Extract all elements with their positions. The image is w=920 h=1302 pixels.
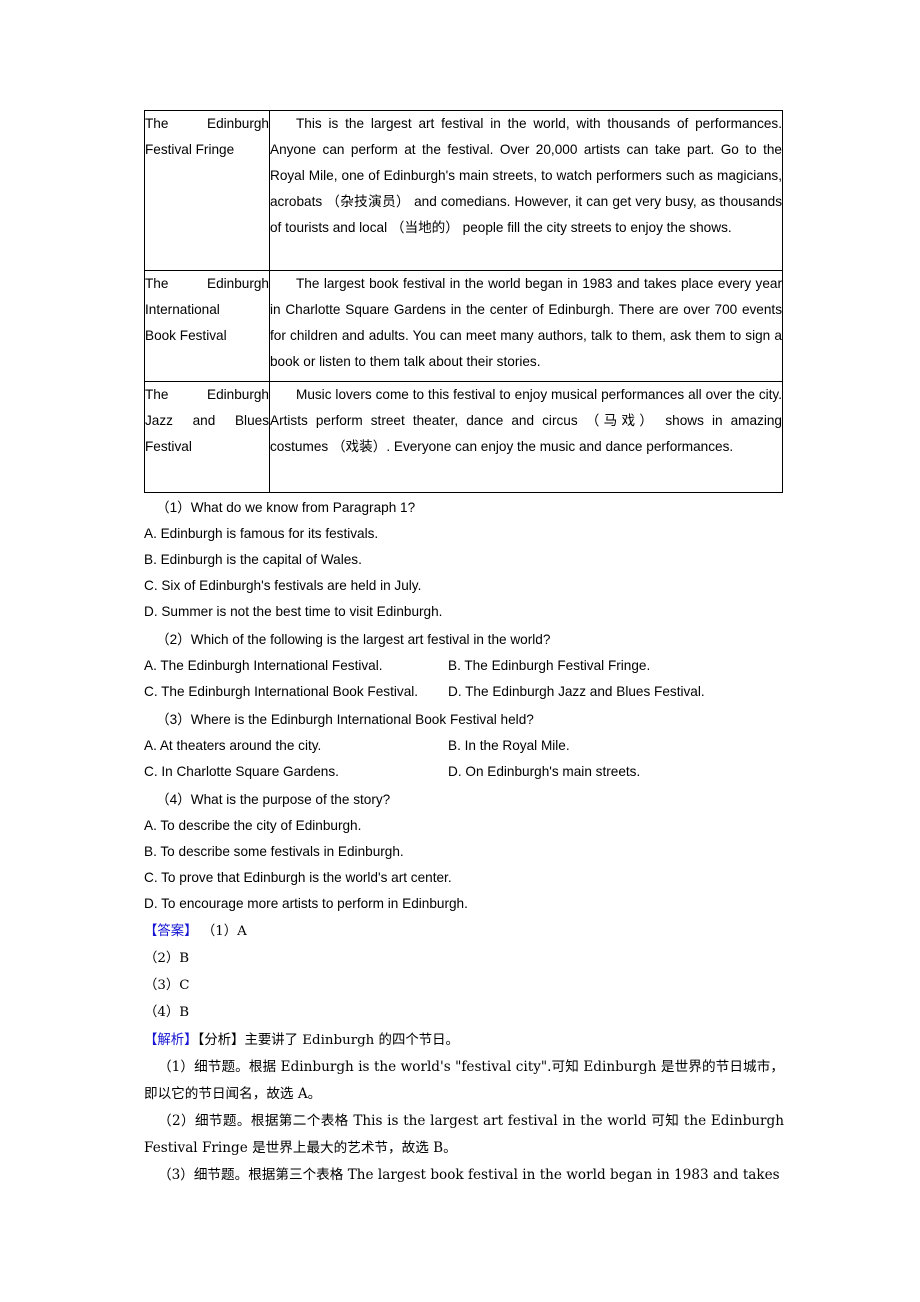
- question-option-row: C. In Charlotte Square Gardens. D. On Ed…: [144, 759, 784, 785]
- explanation-label: 【解析】: [144, 1033, 198, 1048]
- festival-name-text: The Edinburgh Festival Fringe: [145, 111, 269, 163]
- festival-name-cell: The Edinburgh International Book Festiva…: [144, 270, 270, 382]
- explanation-item: （1）细节题。根据 Edinburgh is the world's "fest…: [144, 1059, 784, 1102]
- question-stem: （1）What do we know from Paragraph 1?: [156, 500, 416, 515]
- festival-description-text: Music lovers come to this festival to en…: [270, 387, 782, 454]
- question-option[interactable]: C. Six of Edinburgh's festivals are held…: [144, 573, 784, 599]
- analysis-label: 【分析】: [197, 1033, 245, 1048]
- answer-value: （3）C: [144, 978, 190, 993]
- festival-name-line: The Edinburgh: [145, 387, 269, 402]
- question-3: （3）Where is the Edinburgh International …: [144, 707, 784, 785]
- festival-name-text: The Edinburgh Jazz and Blues Festival: [145, 382, 269, 460]
- answer-section: 【答案】 （1）A （2）B （3）C （4）B: [144, 917, 784, 1026]
- question-option[interactable]: B. The Edinburgh Festival Fringe.: [448, 653, 650, 679]
- question-option[interactable]: D. On Edinburgh's main streets.: [448, 759, 640, 785]
- answer-first-line: 【答案】 （1）A: [144, 917, 784, 945]
- question-stem: （3）Where is the Edinburgh International …: [156, 712, 534, 727]
- question-option-row: A. The Edinburgh International Festival.…: [144, 653, 784, 679]
- festival-name-line: Book Festival: [145, 328, 227, 343]
- question-option[interactable]: B. To describe some festivals in Edinbur…: [144, 839, 784, 865]
- festival-description-cell: This is the largest art festival in the …: [269, 110, 783, 271]
- festival-name-line: The Edinburgh: [145, 116, 269, 131]
- question-option[interactable]: C. In Charlotte Square Gardens.: [144, 759, 339, 785]
- answer-value: （4）B: [144, 1005, 190, 1020]
- festival-table: The Edinburgh Festival Fringe This is th…: [144, 110, 783, 493]
- table-row: The Edinburgh International Book Festiva…: [144, 270, 783, 382]
- festival-name-cell: The Edinburgh Jazz and Blues Festival: [144, 381, 270, 493]
- festival-name-line: The Edinburgh: [145, 276, 269, 291]
- question-option-row: A. At theaters around the city. B. In th…: [144, 733, 784, 759]
- festival-name-line: International: [145, 302, 220, 317]
- question-2: （2）Which of the following is the largest…: [144, 627, 784, 705]
- explanation-header-line: 【解析】【分析】主要讲了 Edinburgh 的四个节日。: [144, 1026, 784, 1054]
- explanation-section: 【解析】【分析】主要讲了 Edinburgh 的四个节日。 （1）细节题。根据 …: [144, 1026, 784, 1189]
- question-option[interactable]: B. Edinburgh is the capital of Wales.: [144, 547, 784, 573]
- festival-name-line: Festival: [145, 439, 192, 454]
- answer-value: （2）B: [144, 951, 190, 966]
- table-row: The Edinburgh Jazz and Blues Festival Mu…: [144, 381, 783, 493]
- question-option[interactable]: D. The Edinburgh Jazz and Blues Festival…: [448, 679, 705, 705]
- table-row: The Edinburgh Festival Fringe This is th…: [144, 110, 783, 271]
- festival-name-line: Festival Fringe: [145, 142, 235, 157]
- question-option[interactable]: A. At theaters around the city.: [144, 733, 321, 759]
- answer-label: 【答案】: [144, 924, 198, 939]
- question-option[interactable]: B. In the Royal Mile.: [448, 733, 570, 759]
- question-stem: （2）Which of the following is the largest…: [156, 632, 551, 647]
- question-option[interactable]: A. The Edinburgh International Festival.: [144, 653, 383, 679]
- document-page: The Edinburgh Festival Fringe This is th…: [0, 0, 920, 1302]
- festival-description-text: The largest book festival in the world b…: [270, 276, 782, 369]
- question-option[interactable]: D. To encourage more artists to perform …: [144, 891, 784, 917]
- question-option[interactable]: A. Edinburgh is famous for its festivals…: [144, 521, 784, 547]
- festival-name-line: Jazz and Blues: [145, 413, 269, 428]
- analysis-text: 主要讲了 Edinburgh 的四个节日。: [244, 1033, 459, 1048]
- question-option[interactable]: C. To prove that Edinburgh is the world'…: [144, 865, 784, 891]
- answer-value: （1）A: [201, 924, 247, 939]
- question-1: （1）What do we know from Paragraph 1? A. …: [144, 495, 784, 625]
- question-option[interactable]: A. To describe the city of Edinburgh.: [144, 813, 784, 839]
- document-content: The Edinburgh Festival Fringe This is th…: [144, 110, 784, 1189]
- question-option-row: C. The Edinburgh International Book Fest…: [144, 679, 784, 705]
- explanation-item: （3）细节题。根据第三个表格 The largest book festival…: [158, 1167, 780, 1183]
- festival-description-text: This is the largest art festival in the …: [270, 116, 782, 235]
- question-4: （4）What is the purpose of the story? A. …: [144, 787, 784, 917]
- festival-name-text: The Edinburgh International Book Festiva…: [145, 271, 269, 349]
- festival-name-cell: The Edinburgh Festival Fringe: [144, 110, 270, 271]
- festival-description-cell: The largest book festival in the world b…: [269, 270, 783, 382]
- question-option[interactable]: D. Summer is not the best time to visit …: [144, 599, 784, 625]
- explanation-item: （2）细节题。根据第二个表格 This is the largest art f…: [144, 1113, 784, 1156]
- festival-description-cell: Music lovers come to this festival to en…: [269, 381, 783, 493]
- question-option[interactable]: C. The Edinburgh International Book Fest…: [144, 679, 418, 705]
- question-stem: （4）What is the purpose of the story?: [156, 792, 391, 807]
